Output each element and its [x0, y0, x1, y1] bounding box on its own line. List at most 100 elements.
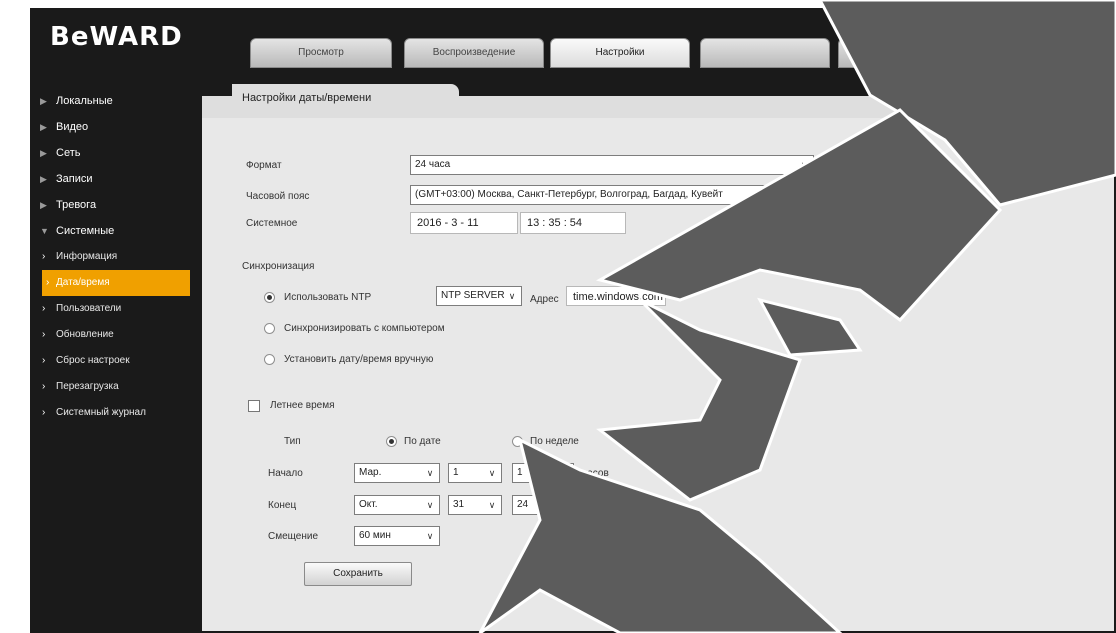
sidebar-item-local[interactable]: ▶ Локальные — [30, 88, 202, 114]
by-date-radio[interactable] — [386, 436, 397, 447]
sidebar-item-label: Сеть — [56, 147, 81, 159]
dst-type-label: Тип — [284, 436, 301, 447]
start-hour-select[interactable]: 1 ∨ — [512, 463, 574, 483]
content-panel: Настройки даты/времени Формат 24 часа ∨ Ч… — [202, 84, 1114, 631]
address-label: Адрес — [530, 294, 559, 305]
time-input[interactable]: 13 : 35 : 54 — [520, 212, 626, 234]
end-month-select[interactable]: Окт. ∨ — [354, 495, 440, 515]
format-select-value: 24 часа — [415, 159, 451, 170]
tab-extra-2[interactable] — [838, 38, 958, 68]
sidebar-subitem-label: Перезагрузка — [56, 381, 119, 392]
sidebar-subitem-info[interactable]: › Информация — [30, 244, 202, 270]
tab-playback[interactable]: Воспроизведение — [404, 38, 544, 68]
manual-radio[interactable] — [264, 354, 275, 365]
content-tab-title: Настройки даты/времени — [242, 92, 372, 104]
chevron-down-icon: ∨ — [423, 527, 437, 545]
ntp-radio[interactable] — [264, 292, 275, 303]
start-hour-value: 1 — [517, 467, 523, 478]
format-label: Формат — [246, 160, 282, 171]
chevron-right-icon: › — [42, 251, 46, 262]
sidebar-subitem-update[interactable]: › Обновление — [30, 322, 202, 348]
chevron-down-icon: ∨ — [557, 496, 571, 514]
chevron-down-icon: ∨ — [557, 464, 571, 482]
sidebar-subitem-label: Обновление — [56, 329, 114, 340]
sidebar-subitem-label: Дата/время — [56, 277, 110, 288]
content-tab[interactable]: Настройки даты/времени — [232, 84, 459, 122]
sidebar: ▶ Локальные ▶ Видео ▶ Сеть ▶ Записи ▶ Тревога… — [30, 88, 202, 426]
chevron-right-icon: ▶ — [40, 96, 47, 106]
app-frame: BeWARD Просмотр Воспроизведение Настройк… — [30, 8, 1116, 633]
sidebar-subitem-label: Пользователи — [56, 303, 122, 314]
ntp-server-value: NTP SERVER — [441, 290, 505, 301]
sidebar-subitem-label: Сброс настроек — [56, 355, 130, 366]
dst-checkbox[interactable] — [248, 400, 260, 412]
tab-extra-1[interactable] — [700, 38, 830, 68]
sidebar-subitem-label: Системный журнал — [56, 407, 146, 418]
timezone-select[interactable]: (GMT+03:00) Москва, Санкт-Петербург, Вол… — [410, 185, 814, 205]
chevron-right-icon: › — [42, 329, 46, 340]
sidebar-item-records[interactable]: ▶ Записи — [30, 166, 202, 192]
chevron-right-icon: › — [42, 381, 46, 392]
chevron-right-icon: ▶ — [40, 174, 47, 184]
sidebar-item-label: Тревога — [56, 199, 97, 211]
sync-pc-radio[interactable] — [264, 323, 275, 334]
manual-label: Установить дату/время вручную — [284, 354, 434, 365]
sidebar-item-label: Видео — [56, 121, 89, 133]
chevron-down-icon: ∨ — [505, 287, 519, 305]
chevron-down-icon: ∨ — [423, 496, 437, 514]
sidebar-subitem-label: Информация — [56, 251, 118, 262]
chevron-down-icon: ∨ — [423, 464, 437, 482]
dst-offset-select[interactable]: 60 мин ∨ — [354, 526, 440, 546]
end-month-value: Окт. — [359, 499, 378, 510]
chevron-right-icon: › — [42, 355, 46, 366]
dst-label: Летнее время — [270, 400, 335, 411]
start-month-select[interactable]: Мар. ∨ — [354, 463, 440, 483]
chevron-right-icon: ▶ — [40, 148, 47, 158]
chevron-right-icon: ▶ — [40, 200, 47, 210]
ntp-label: Использовать NTP — [284, 292, 372, 303]
sidebar-subitem-reboot[interactable]: › Перезагрузка — [30, 374, 202, 400]
start-month-value: Мар. — [359, 467, 382, 478]
chevron-right-icon: ▶ — [40, 122, 47, 132]
sidebar-item-video[interactable]: ▶ Видео — [30, 114, 202, 140]
tab-settings[interactable]: Настройки — [550, 38, 690, 68]
start-day-select[interactable]: 1 ∨ — [448, 463, 502, 483]
timezone-select-value: (GMT+03:00) Москва, Санкт-Петербург, Вол… — [415, 189, 723, 200]
ntp-server-select[interactable]: NTP SERVER ∨ — [436, 286, 522, 306]
by-week-label: По неделе — [530, 436, 579, 447]
chevron-right-icon: › — [42, 303, 46, 314]
beward-logo: BeWARD — [50, 22, 183, 52]
end-hour-unit: часов — [582, 500, 609, 511]
format-select[interactable]: 24 часа ∨ — [410, 155, 814, 175]
tab-preview[interactable]: Просмотр — [250, 38, 392, 68]
chevron-down-icon: ∨ — [797, 186, 811, 204]
ntp-address-input[interactable]: time.windows.com — [566, 286, 666, 306]
sidebar-item-label: Системные — [56, 225, 115, 237]
start-hour-unit: часов — [582, 468, 609, 479]
chevron-down-icon: ∨ — [485, 464, 499, 482]
dst-offset-label: Смещение — [268, 531, 319, 542]
sidebar-item-alarm[interactable]: ▶ Тревога — [30, 192, 202, 218]
save-button[interactable]: Сохранить — [304, 562, 412, 586]
chevron-down-icon: ▼ — [40, 226, 49, 236]
dst-start-label: Начало — [268, 468, 303, 479]
dst-end-label: Конец — [268, 500, 297, 511]
sync-pc-label: Синхронизировать с компьютером — [284, 323, 445, 334]
sidebar-subitem-users[interactable]: › Пользователи — [30, 296, 202, 322]
sidebar-subitem-datetime[interactable]: › Дата/время — [42, 270, 190, 296]
start-day-value: 1 — [453, 467, 459, 478]
timezone-label: Часовой пояс — [246, 191, 310, 202]
chevron-right-icon: › — [42, 407, 46, 418]
sidebar-subitem-reset[interactable]: › Сброс настроек — [30, 348, 202, 374]
chevron-down-icon: ∨ — [797, 156, 811, 174]
end-hour-select[interactable]: 24 ∨ — [512, 495, 574, 515]
by-week-radio[interactable] — [512, 436, 523, 447]
sidebar-subitem-syslog[interactable]: › Системный журнал — [30, 400, 202, 426]
chevron-down-icon: ∨ — [485, 496, 499, 514]
sidebar-item-network[interactable]: ▶ Сеть — [30, 140, 202, 166]
end-day-select[interactable]: 31 ∨ — [448, 495, 502, 515]
end-hour-value: 24 — [517, 499, 529, 510]
date-input[interactable]: 2016 - 3 - 11 — [410, 212, 518, 234]
chevron-right-icon: › — [46, 277, 50, 288]
sidebar-item-system[interactable]: ▼ Системные — [30, 218, 202, 244]
